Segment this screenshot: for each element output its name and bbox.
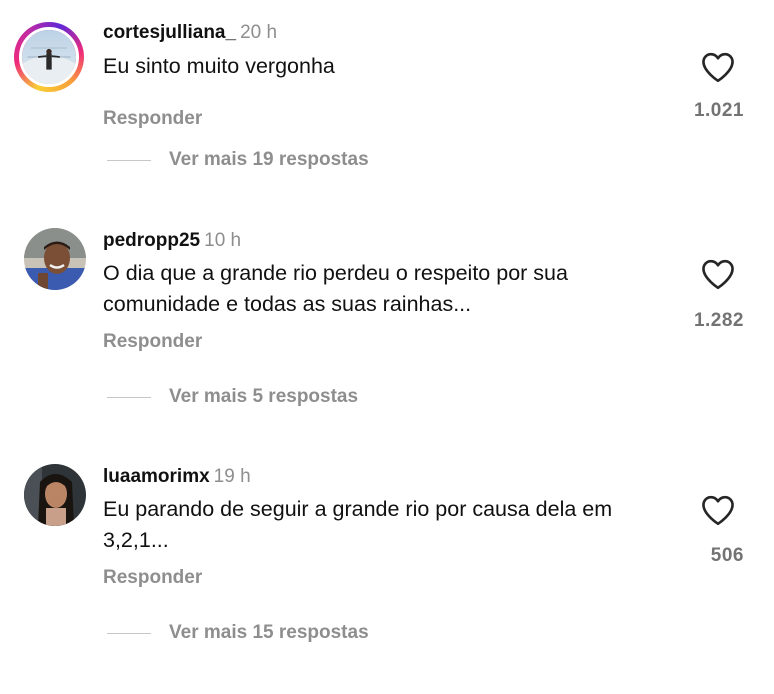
like-count: 1.021	[693, 100, 744, 121]
comment-text: Eu sinto muito vergonha	[103, 54, 335, 78]
username[interactable]: pedropp25	[103, 230, 200, 251]
story-ring[interactable]	[14, 22, 84, 92]
comment-header: pedropp25 10 h	[103, 230, 241, 252]
avatar[interactable]	[24, 464, 86, 526]
comment-text: O dia que a grande rio perdeu o respeito…	[103, 261, 568, 316]
view-more-replies-button[interactable]: Ver mais 15 respostas	[107, 621, 369, 645]
timestamp: 10 h	[204, 230, 242, 251]
comment-header: luaamorimx 19 h	[103, 466, 251, 488]
divider-line	[107, 159, 151, 161]
reply-button[interactable]: Responder	[103, 567, 202, 589]
avatar-photo	[24, 228, 86, 290]
avatar-photo	[24, 464, 86, 526]
comment-header: cortesjulliana_ 20 h	[103, 22, 277, 44]
username[interactable]: luaamorimx	[103, 466, 210, 487]
heart-outline-icon[interactable]	[700, 494, 736, 526]
view-more-replies-label: Ver mais 15 respostas	[169, 622, 369, 643]
heart-outline-icon[interactable]	[700, 258, 736, 290]
view-more-replies-label: Ver mais 5 respostas	[169, 386, 359, 407]
avatar-photo	[22, 30, 76, 84]
reply-button[interactable]: Responder	[103, 331, 202, 353]
reply-button[interactable]: Responder	[103, 108, 202, 130]
timestamp: 19 h	[213, 466, 251, 487]
view-more-replies-label: Ver mais 19 respostas	[169, 149, 369, 170]
timestamp: 20 h	[240, 22, 278, 43]
username[interactable]: cortesjulliana_	[103, 22, 236, 43]
avatar[interactable]	[24, 228, 86, 290]
view-more-replies-button[interactable]: Ver mais 19 respostas	[107, 148, 369, 172]
avatar[interactable]	[19, 27, 79, 87]
divider-line	[107, 396, 151, 398]
like-count: 506	[710, 545, 744, 566]
heart-outline-icon[interactable]	[700, 51, 736, 83]
view-more-replies-button[interactable]: Ver mais 5 respostas	[107, 385, 358, 409]
like-count: 1.282	[693, 310, 744, 331]
divider-line	[107, 632, 151, 634]
comment-text: Eu parando de seguir a grande rio por ca…	[103, 497, 613, 552]
